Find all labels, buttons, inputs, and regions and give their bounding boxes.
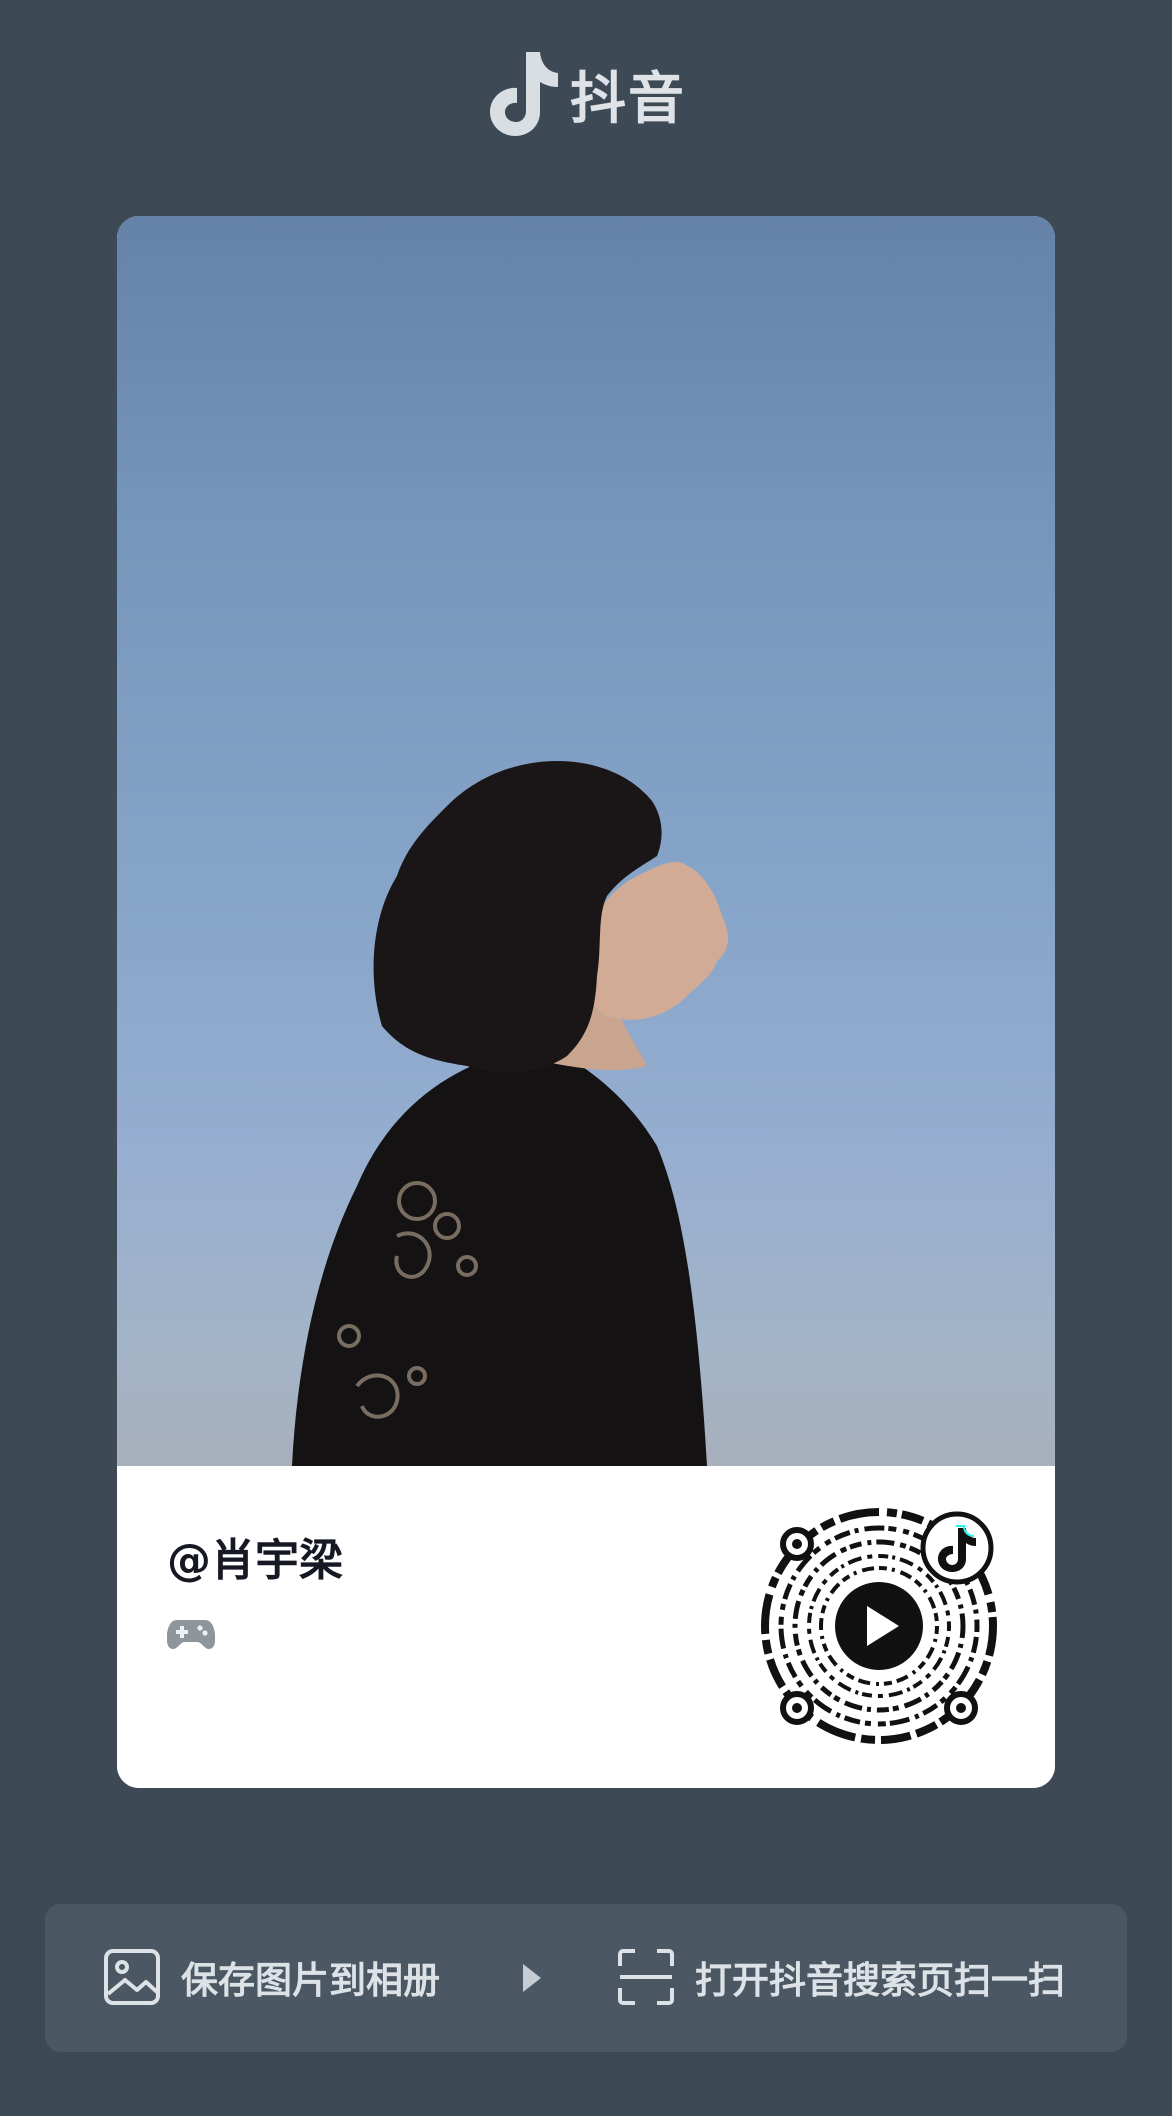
triangle-right-icon bbox=[523, 1964, 541, 1992]
save-to-album-label: 保存图片到相册 bbox=[181, 1959, 440, 2002]
save-to-album-button[interactable]: 保存图片到相册 bbox=[103, 1948, 440, 2006]
douyin-logo-icon bbox=[490, 52, 558, 136]
profile-share-card: @肖宇梁 bbox=[117, 216, 1055, 1788]
profile-info-panel: @肖宇梁 bbox=[117, 1466, 1055, 1788]
brand-header: 抖音 bbox=[0, 44, 1172, 144]
gamepad-icon bbox=[167, 1620, 215, 1649]
brand-name: 抖音 bbox=[570, 66, 686, 132]
open-douyin-scan-button[interactable]: 打开抖音搜索页扫一扫 bbox=[617, 1948, 1065, 2006]
image-icon bbox=[104, 1949, 160, 2005]
open-douyin-scan-label: 打开抖音搜索页扫一扫 bbox=[695, 1959, 1065, 2002]
profile-cover-photo bbox=[117, 216, 1055, 1466]
qr-code-icon[interactable] bbox=[759, 1506, 999, 1746]
username: @肖宇梁 bbox=[167, 1535, 343, 1586]
scan-icon bbox=[618, 1949, 674, 2005]
action-bar: 保存图片到相册 打开抖音搜索页扫一扫 bbox=[45, 1904, 1127, 2052]
